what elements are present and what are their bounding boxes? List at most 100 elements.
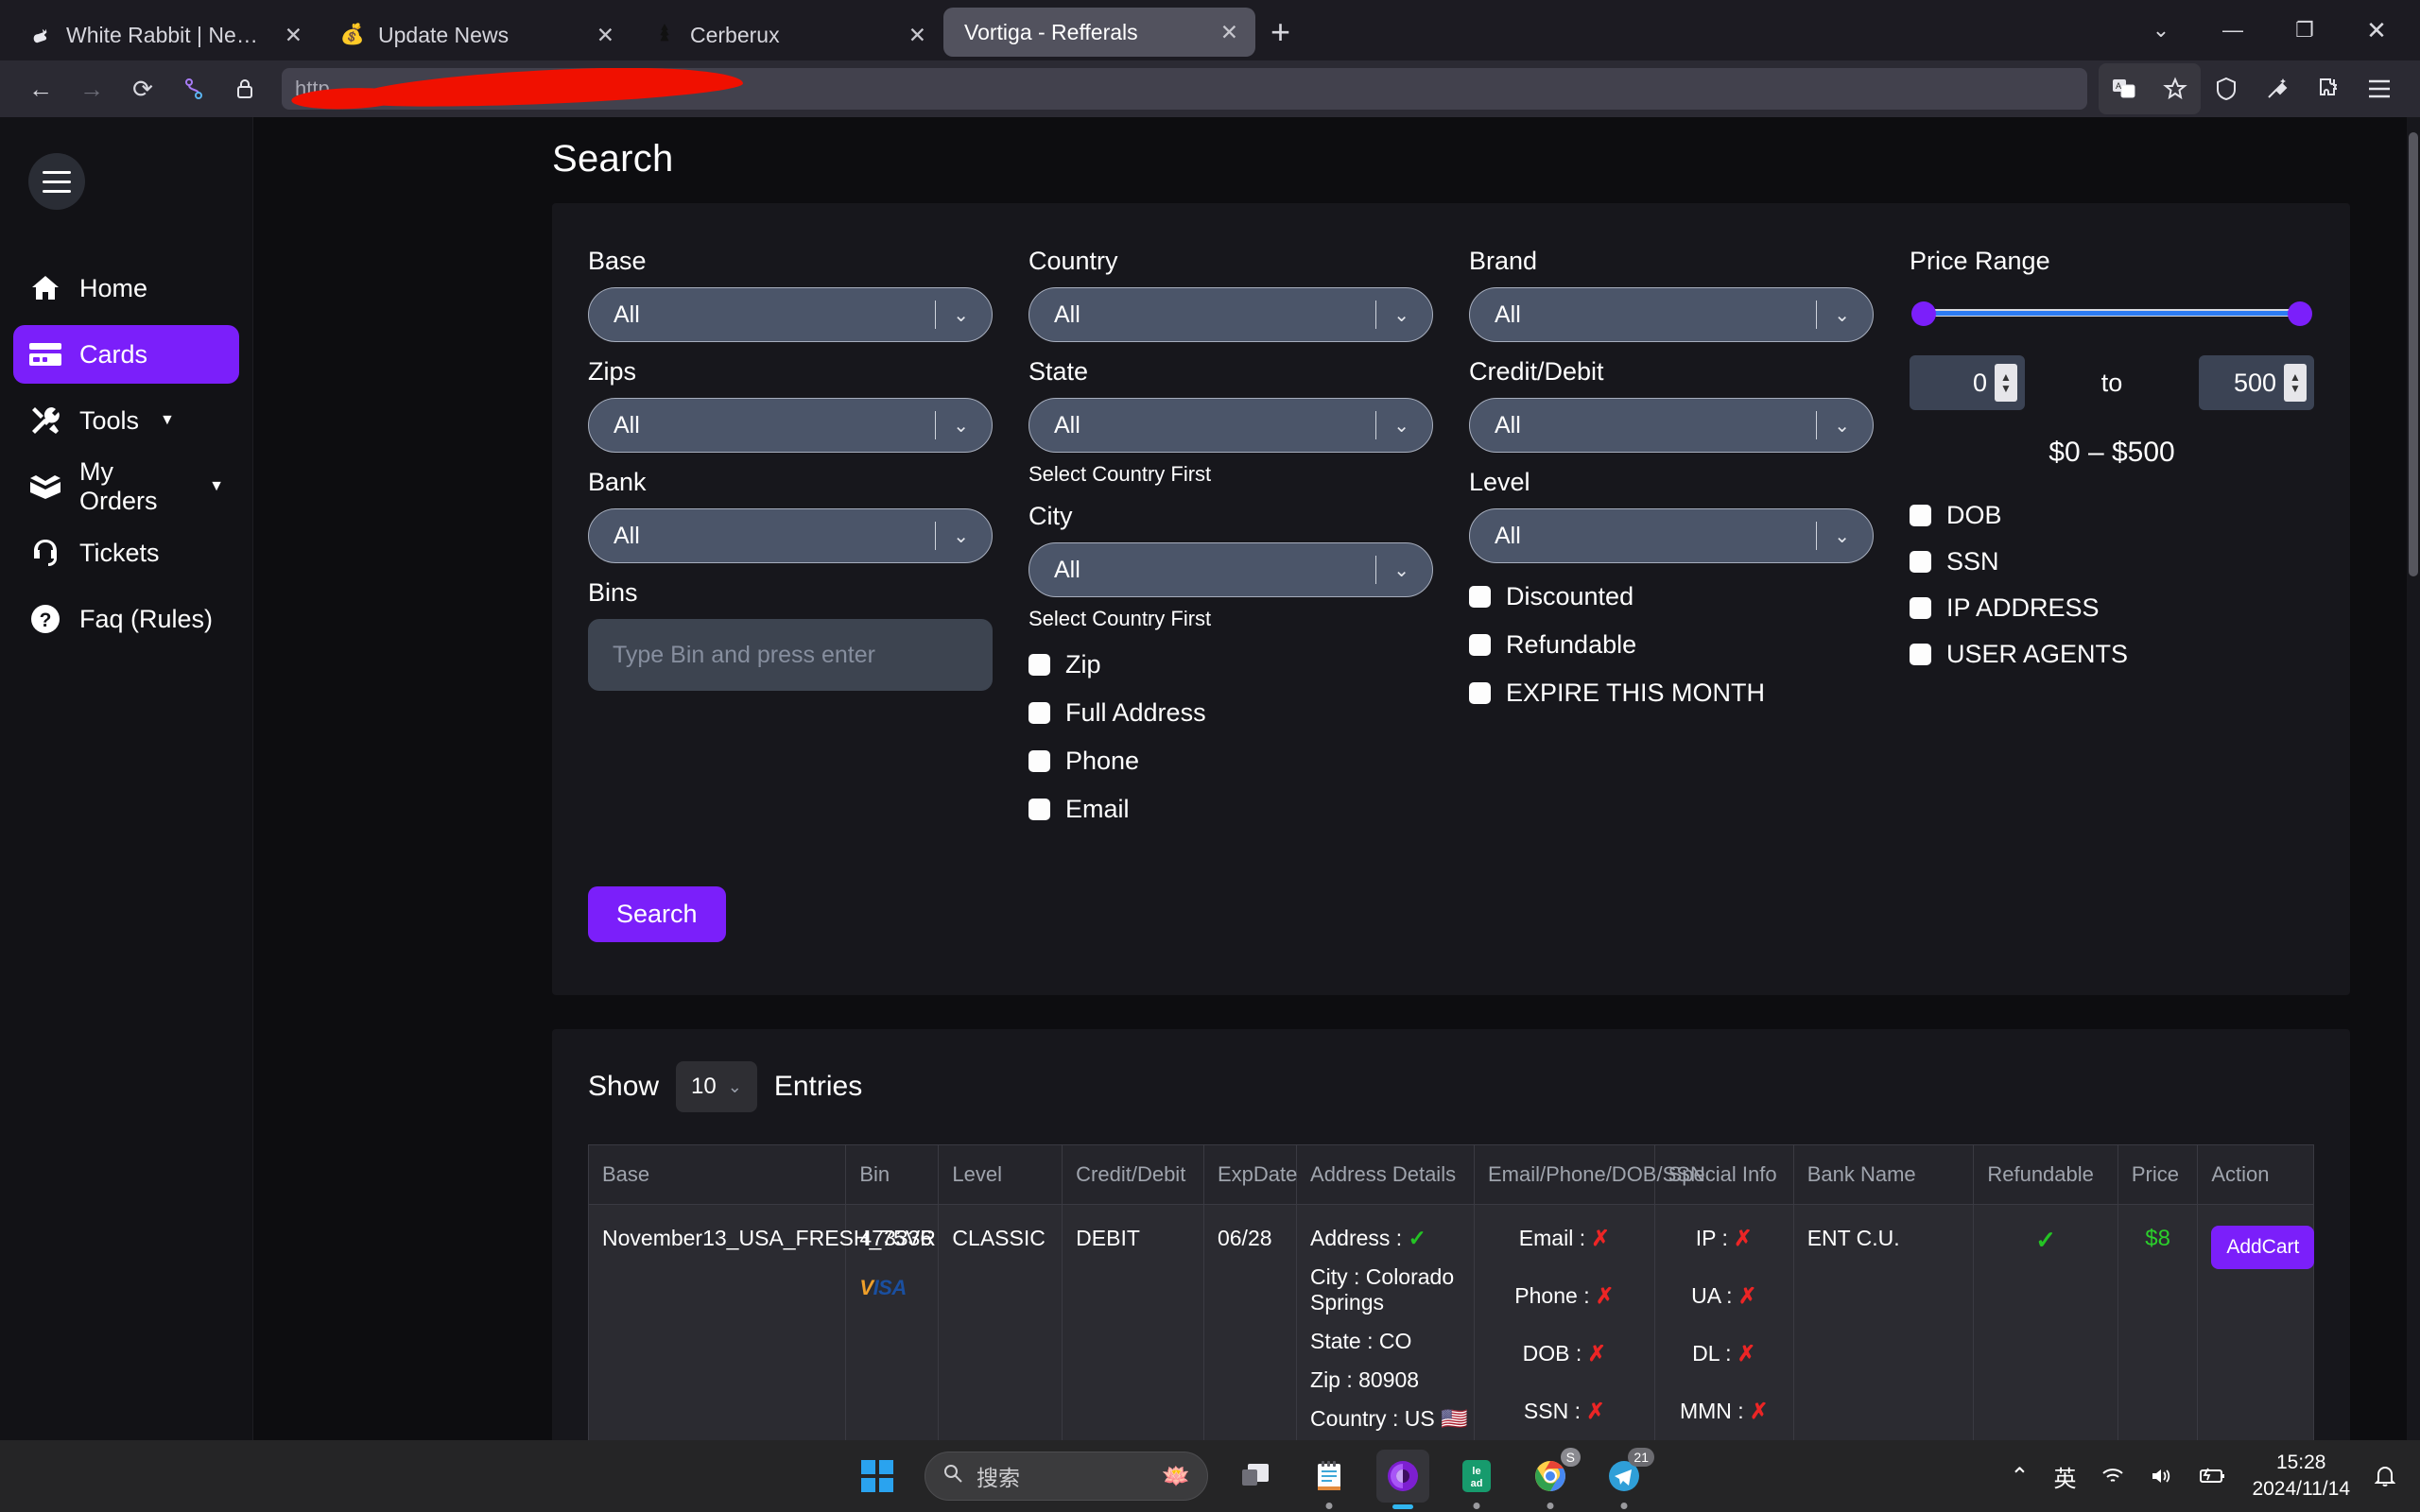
checkbox-box[interactable] xyxy=(1469,634,1491,656)
task-view-icon[interactable] xyxy=(1229,1450,1282,1503)
checkbox-box[interactable] xyxy=(1028,750,1050,772)
vertical-scrollbar[interactable] xyxy=(2407,117,2420,1512)
broom-icon[interactable] xyxy=(2252,63,2303,114)
translate-icon[interactable]: A xyxy=(2099,63,2150,114)
col-level[interactable]: Level xyxy=(938,1144,1063,1205)
shield-icon[interactable] xyxy=(2201,63,2252,114)
sidebar-item-my-orders[interactable]: My Orders ▼ xyxy=(13,457,239,516)
entries-count-select[interactable]: 10 ⌄ xyxy=(676,1061,757,1112)
slider-handle-max[interactable] xyxy=(2288,301,2312,326)
col-refundable[interactable]: Refundable xyxy=(1973,1144,2118,1205)
checkbox-box[interactable] xyxy=(1910,551,1931,573)
sidebar-item-tools[interactable]: Tools ▼ xyxy=(13,391,239,450)
list-all-tabs-icon[interactable]: ⌄ xyxy=(2125,8,2197,53)
reload-button[interactable]: ⟳ xyxy=(117,63,168,114)
brand-select[interactable]: All ⌄ xyxy=(1469,287,1874,342)
lead-app-icon[interactable]: le ad xyxy=(1450,1450,1503,1509)
close-tab-icon[interactable]: ✕ xyxy=(1220,21,1238,43)
close-tab-icon[interactable]: ✕ xyxy=(908,24,926,46)
col-price[interactable]: Price xyxy=(2117,1144,2199,1205)
checkbox-discounted[interactable]: Discounted xyxy=(1469,582,1874,611)
url-bar[interactable]: http xyxy=(282,68,2087,110)
browser-tab-3[interactable]: Cerberux ✕ xyxy=(631,9,943,60)
chrome-icon[interactable]: S xyxy=(1524,1448,1581,1509)
checkbox-ip-address[interactable]: IP ADDRESS xyxy=(1910,593,2314,623)
col-expdate[interactable]: ExpDate xyxy=(1202,1144,1297,1205)
checkbox-box[interactable] xyxy=(1028,799,1050,820)
volume-icon[interactable] xyxy=(2150,1466,2174,1486)
country-select[interactable]: All ⌄ xyxy=(1028,287,1433,342)
checkbox-email[interactable]: Email xyxy=(1028,795,1433,824)
minimize-button[interactable]: — xyxy=(2197,8,2269,53)
checkbox-box[interactable] xyxy=(1910,597,1931,619)
checkbox-box[interactable] xyxy=(1910,505,1931,526)
base-select[interactable]: All ⌄ xyxy=(588,287,993,342)
menu-icon[interactable] xyxy=(2354,63,2405,114)
scrollbar-thumb[interactable] xyxy=(2409,132,2418,576)
city-select[interactable]: All ⌄ xyxy=(1028,542,1433,597)
bell-icon[interactable] xyxy=(2375,1465,2395,1487)
col-action[interactable]: Action xyxy=(2197,1144,2314,1205)
maximize-button[interactable]: ❐ xyxy=(2269,8,2341,53)
zips-select[interactable]: All ⌄ xyxy=(588,398,993,453)
col-bank-name[interactable]: Bank Name xyxy=(1792,1144,1975,1205)
extensions-icon[interactable] xyxy=(2303,63,2354,114)
new-tab-button[interactable]: + xyxy=(1270,15,1290,49)
checkbox-expire-this-month[interactable]: EXPIRE THIS MONTH xyxy=(1469,679,1874,708)
sidebar-item-cards[interactable]: Cards xyxy=(13,325,239,384)
col-email-phone-dob-ssn[interactable]: Email/Phone/DOB/SSN xyxy=(1473,1144,1705,1205)
checkbox-zip[interactable]: Zip xyxy=(1028,650,1433,679)
checkbox-refundable[interactable]: Refundable xyxy=(1469,630,1874,660)
stepper-icon[interactable]: ▲ ▼ xyxy=(2284,364,2307,402)
search-button[interactable]: Search xyxy=(588,886,726,942)
level-select[interactable]: All ⌄ xyxy=(1469,508,1874,563)
close-tab-icon[interactable]: ✕ xyxy=(596,24,614,46)
checkbox-user-agents[interactable]: USER AGENTS xyxy=(1910,640,2314,669)
close-window-button[interactable]: ✕ xyxy=(2341,8,2412,53)
col-bin[interactable]: Bin xyxy=(845,1144,940,1205)
stepper-icon[interactable]: ▲ ▼ xyxy=(1995,364,2017,402)
price-max-input[interactable]: 500 ▲ ▼ xyxy=(2199,355,2314,410)
sidebar-item-home[interactable]: Home xyxy=(13,259,239,318)
state-select[interactable]: All ⌄ xyxy=(1028,398,1433,453)
close-tab-icon[interactable]: ✕ xyxy=(285,24,302,46)
bookmark-star-icon[interactable] xyxy=(2150,63,2201,114)
col-address-details[interactable]: Address Details xyxy=(1296,1144,1475,1205)
col-base[interactable]: Base xyxy=(587,1144,847,1205)
checkbox-full-address[interactable]: Full Address xyxy=(1028,698,1433,728)
checkbox-box[interactable] xyxy=(1028,702,1050,724)
checkbox-dob[interactable]: DOB xyxy=(1910,501,2314,530)
col-special-info[interactable]: Special Info xyxy=(1653,1144,1794,1205)
taskbar-clock[interactable]: 15:28 2024/11/14 xyxy=(2252,1450,2350,1503)
slider-handle-min[interactable] xyxy=(1911,301,1936,326)
start-button[interactable] xyxy=(851,1450,904,1503)
bins-input[interactable]: Type Bin and press enter xyxy=(588,619,993,691)
price-range-slider[interactable] xyxy=(1910,299,2314,327)
taskbar-search-box[interactable]: 搜索 🪷 xyxy=(925,1452,1208,1501)
browser-tab-2[interactable]: 💰 Update News ✕ xyxy=(320,9,631,60)
col-credit-debit[interactable]: Credit/Debit xyxy=(1062,1144,1204,1205)
sidebar-item-faq[interactable]: ? Faq (Rules) xyxy=(13,590,239,648)
sidebar-toggle-button[interactable] xyxy=(28,153,85,210)
checkbox-box[interactable] xyxy=(1028,654,1050,676)
tor-browser-icon[interactable] xyxy=(1376,1450,1429,1509)
checkbox-box[interactable] xyxy=(1469,586,1491,608)
credit-debit-select[interactable]: All ⌄ xyxy=(1469,398,1874,453)
bank-select[interactable]: All ⌄ xyxy=(588,508,993,563)
battery-icon[interactable] xyxy=(2199,1467,2227,1486)
tracking-protection-icon[interactable] xyxy=(168,63,219,114)
checkbox-box[interactable] xyxy=(1469,682,1491,704)
ime-indicator[interactable]: 英 xyxy=(2053,1460,2076,1493)
browser-tab-1[interactable]: White Rabbit | News page ✕ xyxy=(8,9,320,60)
price-min-input[interactable]: 0 ▲ ▼ xyxy=(1910,355,2025,410)
forward-button[interactable]: → xyxy=(66,63,117,114)
browser-tab-4-active[interactable]: Vortiga - Refferals ✕ xyxy=(943,8,1255,57)
add-cart-button[interactable]: AddCart xyxy=(2211,1226,2315,1269)
tray-overflow-icon[interactable]: ⌃ xyxy=(2010,1463,2029,1490)
checkbox-ssn[interactable]: SSN xyxy=(1910,547,2314,576)
wifi-icon[interactable] xyxy=(2100,1466,2125,1486)
notepad-icon[interactable] xyxy=(1303,1450,1356,1509)
sidebar-item-tickets[interactable]: Tickets xyxy=(13,524,239,582)
telegram-icon[interactable]: 21 xyxy=(1598,1448,1654,1509)
checkbox-box[interactable] xyxy=(1910,644,1931,665)
